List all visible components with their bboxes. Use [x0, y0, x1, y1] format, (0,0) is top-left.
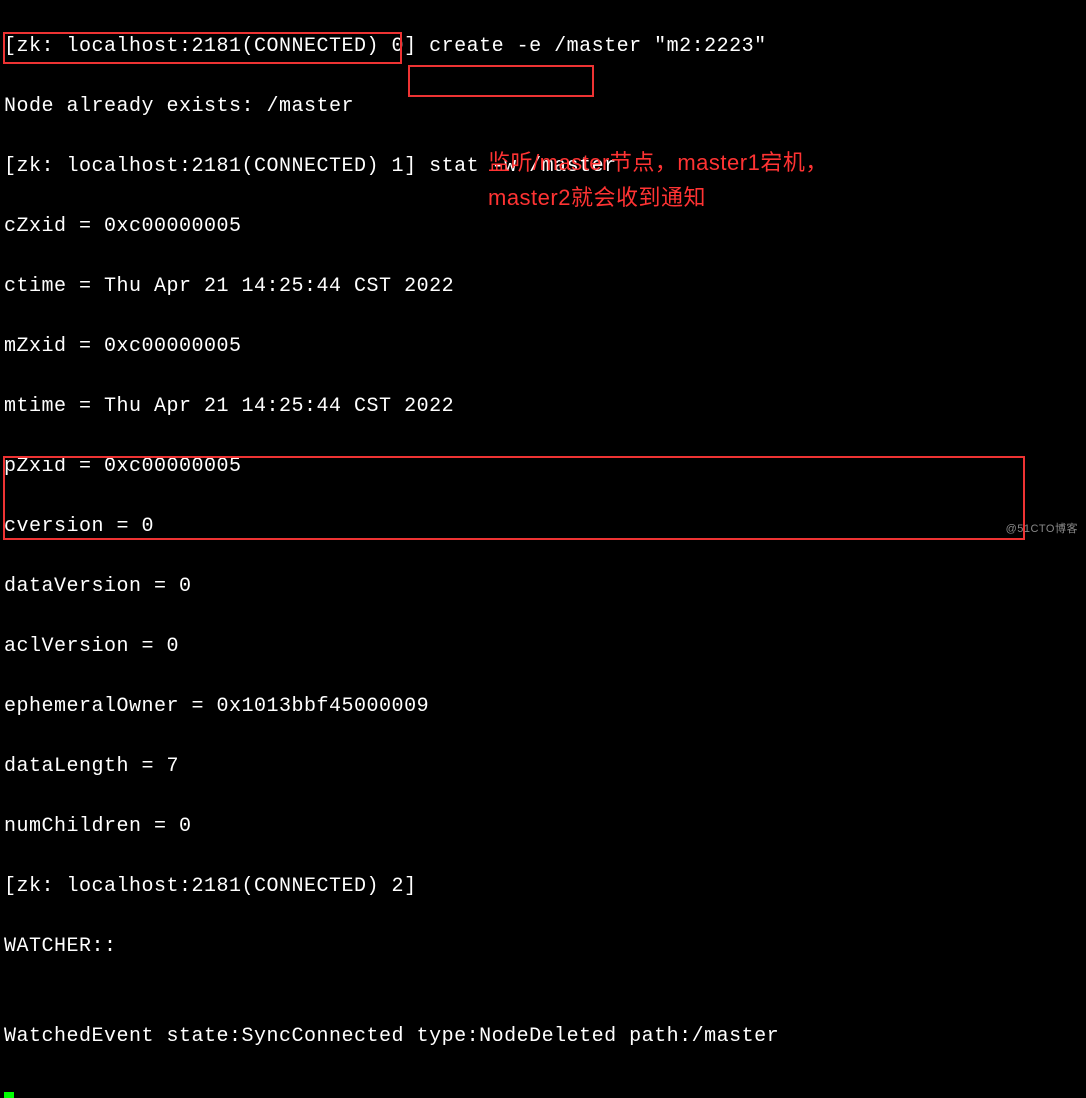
terminal-line: dataVersion = 0 [4, 572, 1082, 602]
terminal-line: [zk: localhost:2181(CONNECTED) 1] stat -… [4, 152, 1082, 182]
terminal-line: pZxid = 0xc00000005 [4, 452, 1082, 482]
terminal-line: WATCHER:: [4, 932, 1082, 962]
terminal-line: numChildren = 0 [4, 812, 1082, 842]
terminal-line: ephemeralOwner = 0x1013bbf45000009 [4, 692, 1082, 722]
terminal-line: [zk: localhost:2181(CONNECTED) 0] create… [4, 32, 1082, 62]
terminal-line: mtime = Thu Apr 21 14:25:44 CST 2022 [4, 392, 1082, 422]
terminal-line: aclVersion = 0 [4, 632, 1082, 662]
cursor-icon [4, 1092, 14, 1098]
terminal-line: [zk: localhost:2181(CONNECTED) 2] [4, 872, 1082, 902]
terminal-line: ctime = Thu Apr 21 14:25:44 CST 2022 [4, 272, 1082, 302]
terminal-line: mZxid = 0xc00000005 [4, 332, 1082, 362]
terminal-line: cZxid = 0xc00000005 [4, 212, 1082, 242]
terminal-line: WatchedEvent state:SyncConnected type:No… [4, 1022, 1082, 1052]
terminal-line: Node already exists: /master [4, 92, 1082, 122]
terminal-line: cversion = 0 [4, 512, 1082, 542]
terminal-output[interactable]: [zk: localhost:2181(CONNECTED) 0] create… [0, 0, 1086, 1098]
terminal-line: dataLength = 7 [4, 752, 1082, 782]
